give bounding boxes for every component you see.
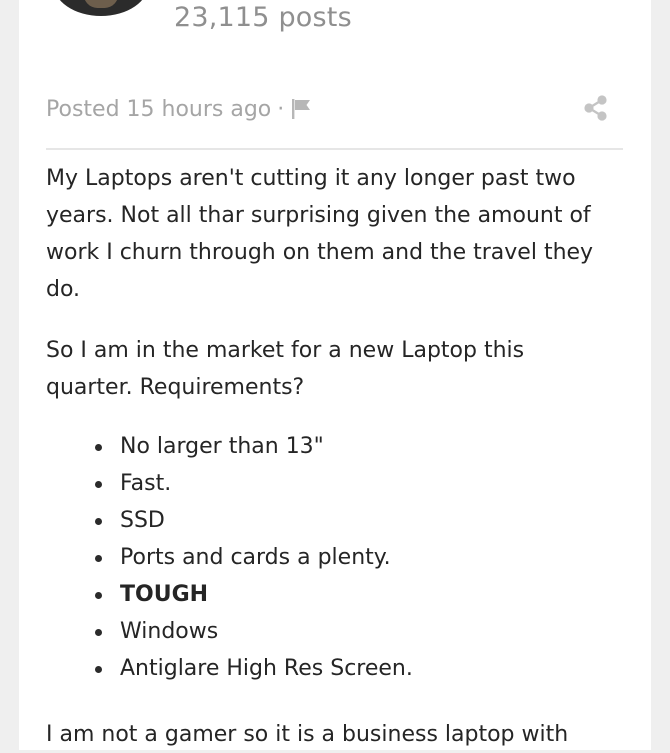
meta-divider xyxy=(46,148,623,150)
post-paragraph-2: So I am in the market for a new Laptop t… xyxy=(46,338,525,400)
list-item-text: No larger than 13" xyxy=(120,434,324,459)
list-item-text: Ports and cards a plenty. xyxy=(120,545,391,570)
list-item-text: Windows xyxy=(120,619,219,644)
list-item: No larger than 13" xyxy=(46,428,606,465)
avatar[interactable] xyxy=(53,0,149,16)
list-item-text: Fast. xyxy=(120,471,172,496)
post-paragraph-1: My Laptops aren't cutting it any longer … xyxy=(46,166,594,302)
post-meta: Posted 15 hours ago · xyxy=(46,92,316,126)
post-card: 23,115 posts Posted 15 hours ago · My La… xyxy=(19,0,651,750)
list-item: TOUGH xyxy=(46,576,606,613)
requirements-list: No larger than 13" Fast. SSD Ports and c… xyxy=(46,428,606,687)
list-item: Antiglare High Res Screen. xyxy=(46,650,606,687)
list-item-text: SSD xyxy=(120,508,165,533)
meta-separator: · xyxy=(277,96,285,122)
post-paragraph-3: I am not a gamer so it is a business lap… xyxy=(46,722,569,747)
list-item: Ports and cards a plenty. xyxy=(46,539,606,576)
list-item: Windows xyxy=(46,613,606,650)
author-post-count: 23,115 posts xyxy=(174,2,352,33)
share-icon[interactable] xyxy=(581,93,611,123)
flag-icon[interactable] xyxy=(290,98,316,120)
list-item: SSD xyxy=(46,502,606,539)
list-item: Fast. xyxy=(46,465,606,502)
list-item-text: TOUGH xyxy=(120,582,209,607)
posted-timestamp[interactable]: Posted 15 hours ago xyxy=(46,97,271,122)
list-item-text: Antiglare High Res Screen. xyxy=(120,656,413,681)
